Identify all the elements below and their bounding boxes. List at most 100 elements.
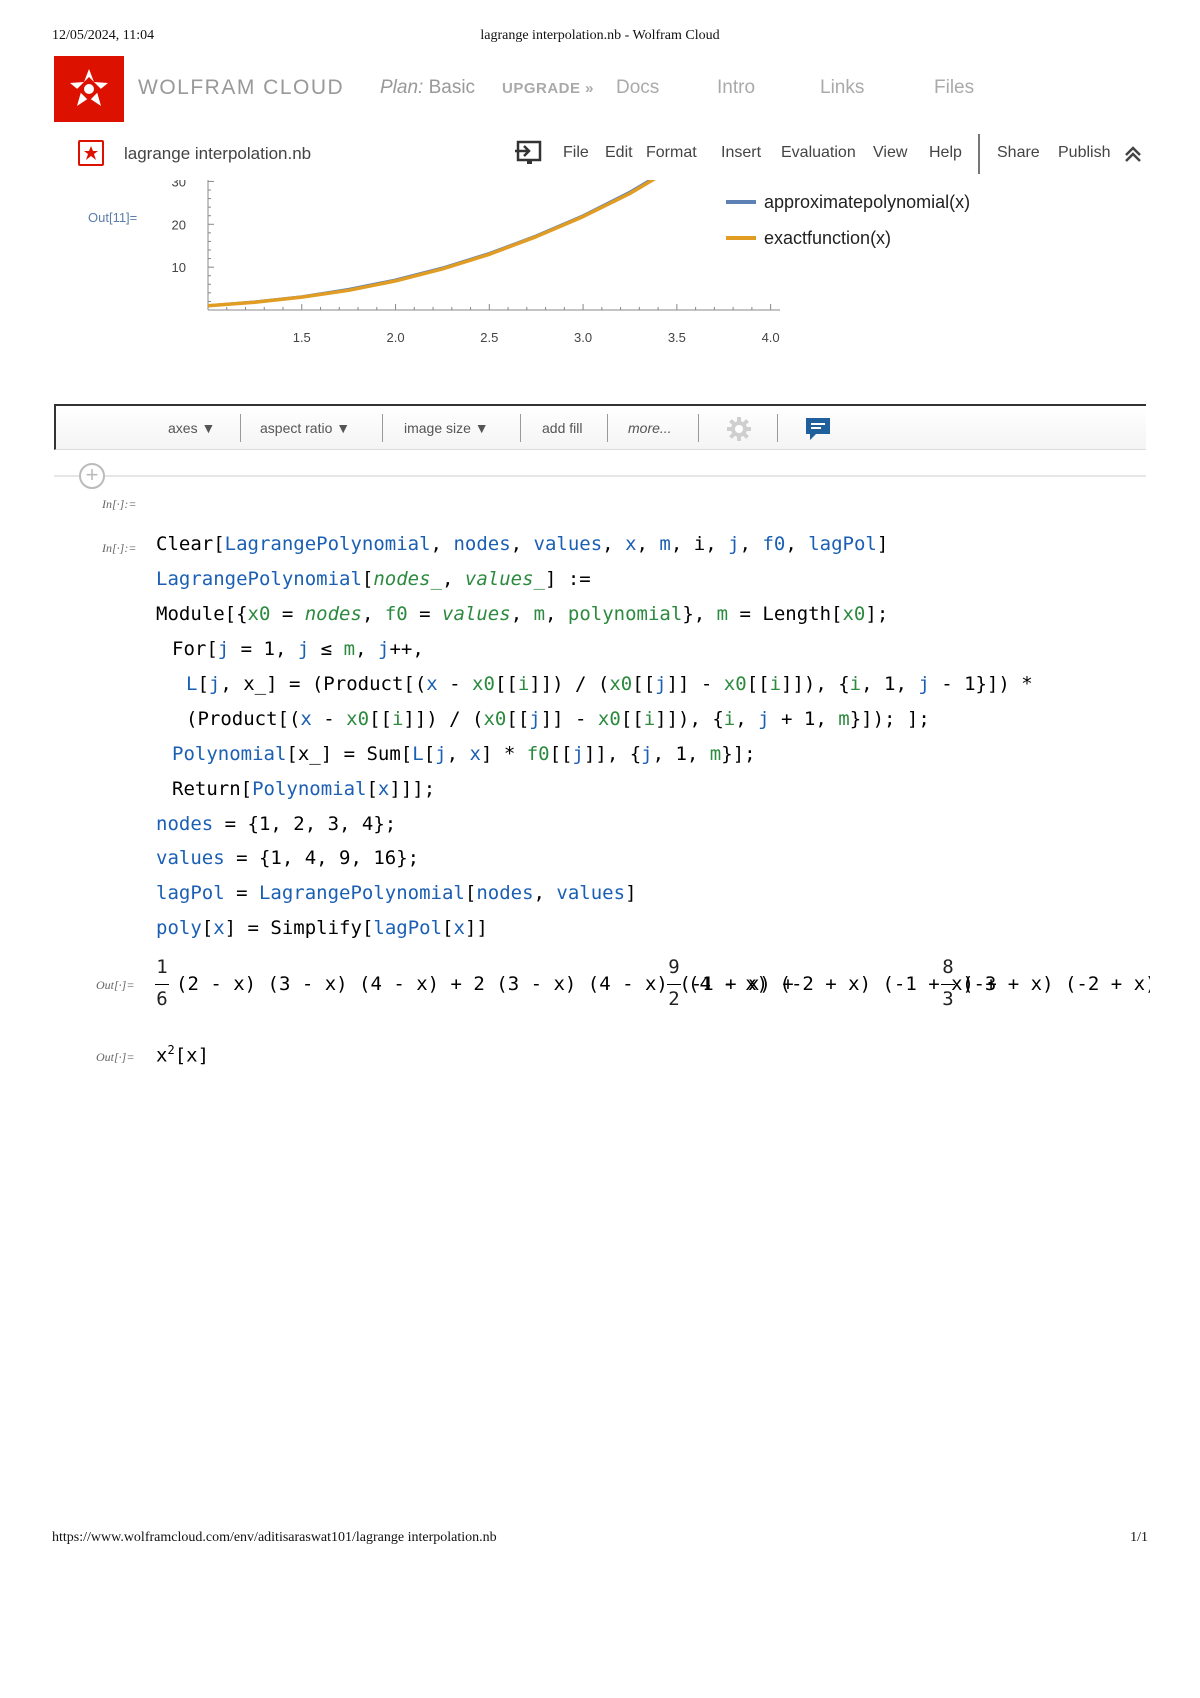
collapse-chevron-icon[interactable] [1123, 144, 1143, 169]
series-line-approximate [208, 180, 654, 308]
brand-name: WOLFRAM CLOUD [138, 76, 345, 99]
fraction-denominator: 2 [668, 988, 680, 1010]
menu-help[interactable]: Help [929, 144, 962, 162]
simplify-output: x2[x] [156, 1043, 209, 1066]
code-line: lagPol = LagrangePolynomial[nodes, value… [156, 882, 637, 904]
out-label-formula: Out[∙]= [96, 978, 135, 992]
fraction-denominator: 6 [156, 988, 168, 1010]
plan-label: Plan: [380, 77, 424, 98]
in-label-empty: In[∙]:= [102, 497, 137, 511]
fraction-numerator: 8 [942, 956, 954, 978]
code-line: For[j = 1, j ≤ m, j++, [172, 638, 424, 660]
notebook-name[interactable]: lagrange interpolation.nb [124, 144, 311, 164]
menu-format[interactable]: Format [646, 144, 697, 162]
code-line: Module[{x0 = nodes, f0 = values, m, poly… [156, 603, 889, 625]
legend-swatch-approx [726, 200, 756, 204]
y-tick-label: 10 [172, 260, 186, 275]
x-tick-label: 1.5 [293, 330, 311, 345]
code-line: values = {1, 4, 9, 16}; [156, 847, 420, 869]
chat-feedback-icon[interactable] [804, 415, 832, 448]
code-line: (Product[(x - x0[[i]]) / (x0[[j]] - x0[[… [186, 708, 930, 730]
x-tick-label: 3.5 [668, 330, 686, 345]
menu-view[interactable]: View [873, 144, 907, 162]
code-line: poly[x] = Simplify[lagPol[x]] [156, 917, 488, 939]
formula-term: (-3 + x) (-2 + x) (- [962, 973, 1150, 995]
simplify-rest: [x] [174, 1044, 210, 1067]
fraction-bar [155, 984, 169, 985]
share-button[interactable]: Share [997, 144, 1040, 162]
plot-axes [207, 180, 780, 311]
gear-icon[interactable] [726, 416, 752, 447]
print-header: 12/05/2024, 11:04 lagrange interpolation… [52, 28, 1148, 48]
code-line: Polynomial[x_] = Sum[L[j, x] * f0[[j]], … [172, 743, 756, 765]
nav-files[interactable]: Files [934, 77, 974, 99]
axes-dropdown[interactable]: axes ▼ [168, 420, 215, 436]
nav-intro[interactable]: Intro [717, 77, 755, 99]
add-fill-button[interactable]: add fill [542, 420, 582, 436]
fraction-denominator: 3 [942, 988, 954, 1010]
plan-value: Basic [428, 77, 476, 98]
menu-insert[interactable]: Insert [721, 144, 761, 162]
more-button[interactable]: more... [628, 420, 672, 436]
toolbar-divider [520, 414, 521, 442]
toolbar-divider [777, 414, 778, 442]
fraction-bar [667, 984, 681, 985]
aspect-ratio-dropdown[interactable]: aspect ratio ▼ [260, 420, 350, 436]
toolbar-divider [382, 414, 383, 442]
fraction-numerator: 1 [156, 956, 168, 978]
menubar-divider [978, 134, 980, 174]
code-line: Return[Polynomial[x]]]; [172, 778, 436, 800]
cell-insertion-line [54, 475, 1146, 477]
print-page-number: 1/1 [1130, 1530, 1148, 1545]
simplify-base: x [156, 1044, 168, 1067]
plot-series [208, 180, 656, 308]
legend-label-approx: approximatepolynomial(x) [764, 191, 971, 212]
x-tick-label: 2.0 [387, 330, 405, 345]
plan-indicator: Plan: Basic [380, 77, 475, 99]
menu-evaluation[interactable]: Evaluation [781, 144, 856, 162]
simplify-exponent: 2 [167, 1043, 175, 1057]
legend-item-exact: exactfunction(x) [726, 220, 970, 256]
code-line: Clear[LagrangePolynomial, nodes, values,… [156, 533, 889, 555]
legend-swatch-exact [726, 236, 756, 240]
upgrade-link[interactable]: UPGRADE » [502, 80, 594, 97]
y-tick-label: 20 [172, 217, 186, 232]
graphics-toolbar: axes ▼ aspect ratio ▼ image size ▼ add f… [54, 404, 1146, 450]
fraction-bar [941, 984, 955, 985]
wolfram-spikey-icon [70, 69, 108, 106]
out-label-simplify: Out[∙]= [96, 1050, 135, 1064]
out-label-plot: Out[11]= [88, 210, 138, 225]
wolfram-logo[interactable] [54, 56, 124, 122]
code-line: nodes = {1, 2, 3, 4}; [156, 813, 397, 835]
interpolation-plot[interactable]: 1.5 2.0 2.5 3.0 3.5 4.0 10 20 30 [150, 180, 790, 380]
fraction-numerator: 9 [668, 956, 680, 978]
nav-links[interactable]: Links [820, 77, 864, 99]
x-tick-label: 2.5 [480, 330, 498, 345]
legend-item-approx: approximatepolynomial(x) [726, 184, 970, 220]
image-size-dropdown[interactable]: image size ▼ [404, 420, 489, 436]
series-line-exact [208, 180, 656, 308]
print-footer: https://www.wolframcloud.com/env/aditisa… [52, 1530, 1148, 1550]
menu-edit[interactable]: Edit [605, 144, 633, 162]
x-tick-label: 3.0 [574, 330, 592, 345]
plot-legend: approximatepolynomial(x) exactfunction(x… [726, 184, 970, 256]
code-line: LagrangePolynomial[nodes_, values_] := [156, 568, 591, 590]
code-line: L[j, x_] = (Product[(x - x0[[i]]) / (x0[… [186, 673, 1033, 695]
toolbar-divider [698, 414, 699, 442]
toolbar-divider [607, 414, 608, 442]
notebook-menubar: lagrange interpolation.nb File Edit Form… [78, 134, 1146, 174]
nav-docs[interactable]: Docs [616, 77, 659, 99]
plot-ticks: 1.5 2.0 2.5 3.0 3.5 4.0 10 20 30 [172, 180, 780, 345]
menu-file[interactable]: File [563, 144, 589, 162]
legend-label-exact: exactfunction(x) [764, 227, 892, 248]
y-tick-label: 30 [172, 180, 186, 189]
presenter-mode-icon[interactable] [514, 139, 544, 170]
in-label-code: In[∙]:= [102, 541, 137, 555]
add-cell-plus-icon[interactable]: + [79, 463, 105, 489]
print-url: https://www.wolframcloud.com/env/aditisa… [52, 1530, 497, 1545]
notebook-icon [78, 140, 104, 166]
print-title: lagrange interpolation.nb - Wolfram Clou… [480, 28, 720, 43]
publish-button[interactable]: Publish [1058, 144, 1110, 162]
x-tick-label: 4.0 [762, 330, 780, 345]
toolbar-divider [240, 414, 241, 442]
